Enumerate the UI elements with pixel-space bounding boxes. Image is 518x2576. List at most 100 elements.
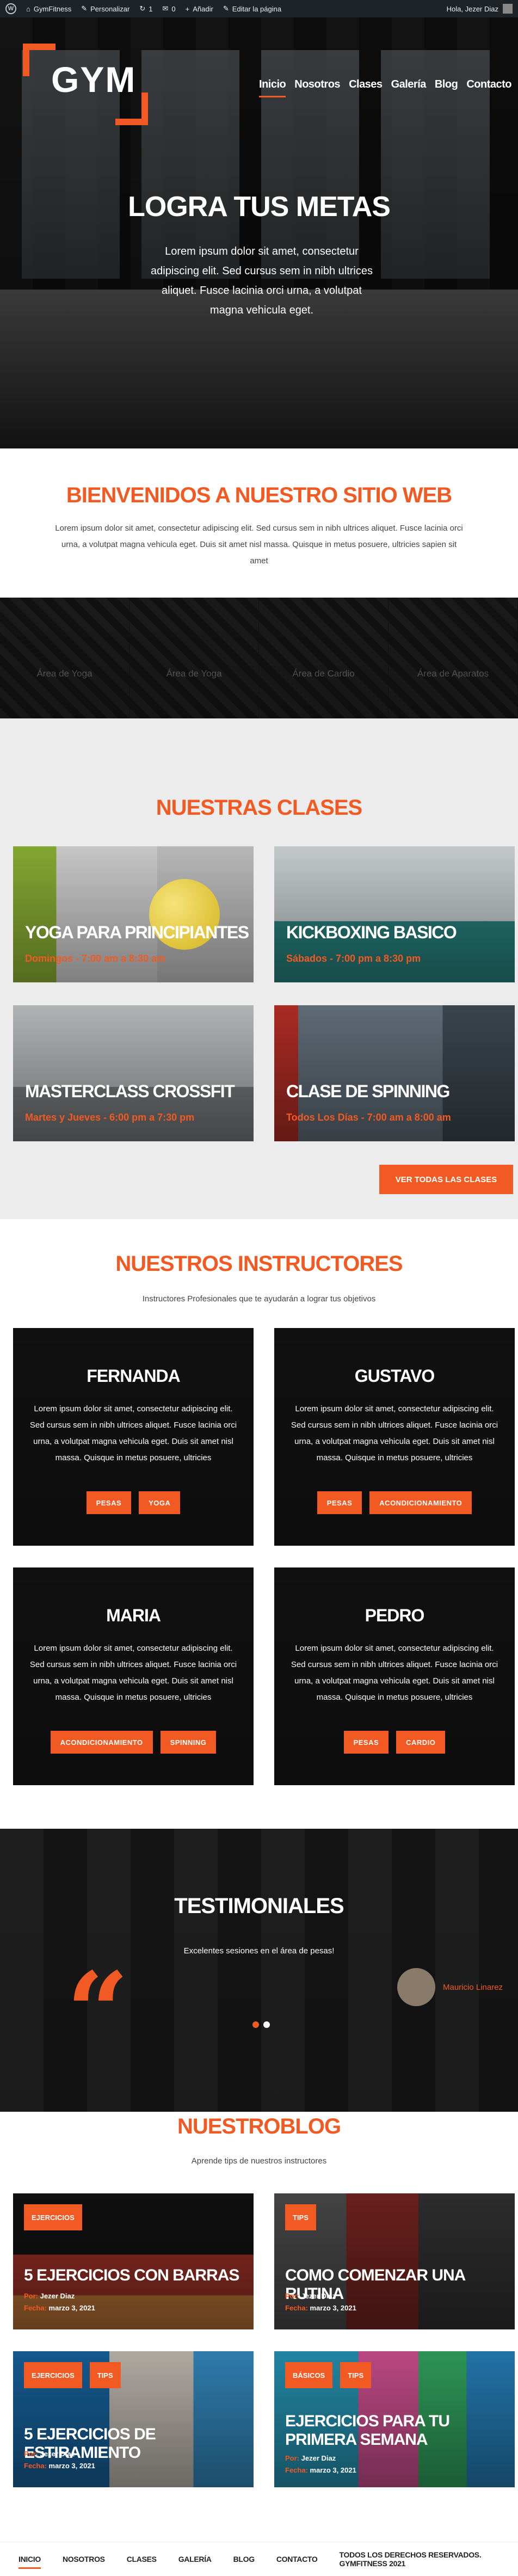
date-label: Fecha: [285,2466,308,2474]
instructors-subtitle: Instructores Profesionales que te ayudar… [142,1294,376,1304]
post-date: marzo 3, 2021 [48,2304,95,2312]
nav-inicio[interactable]: Inicio [259,78,286,97]
post-title: 5 EJERCICIOS CON BARRAS [24,2266,239,2284]
class-title: YOGA PARA PRINCIPIANTES [25,923,249,942]
nav-galeria[interactable]: Galería [391,78,427,91]
admin-customize-link[interactable]: ✎ Personalizar [81,4,130,13]
specialty-tag[interactable]: ACONDICIONAMIENTO [369,1491,472,1514]
post-date: marzo 3, 2021 [310,2304,356,2312]
nav-contacto[interactable]: Contacto [466,78,511,91]
blog-card[interactable]: TIPS COMO COMENZAR UNA RUTINA Por: Jezer… [274,2193,515,2329]
instructor-card: PEDRO Lorem ipsum dolor sit amet, consec… [274,1567,515,1785]
area-card[interactable]: Área de Yoga [130,598,259,718]
area-card[interactable]: Área de Yoga [0,598,130,718]
specialty-tag[interactable]: SPINNING [160,1731,217,1754]
blog-card[interactable]: BÁSICOS TIPS EJERCICIOS PARA TU PRIMERA S… [274,2351,515,2487]
footer-nav-clases[interactable]: CLASES [127,2555,157,2563]
class-title: KICKBOXING BASICO [286,923,457,942]
testimonials-section: TESTIMONIALES “ Excelentes sesiones en e… [0,1829,518,2112]
wordpress-logo-icon[interactable]: W [5,3,16,14]
class-card[interactable]: YOGA PARA PRINCIPIANTES Domingos - 7:00 … [13,846,254,982]
blog-card[interactable]: EJERCICIOS 5 EJERCICIOS CON BARRAS Por: … [13,2193,254,2329]
brush-icon: ✎ [81,4,88,13]
specialty-tag[interactable]: PESAS [86,1491,132,1514]
admin-comments-link[interactable]: ✉ 0 [163,4,176,13]
copyright: TODOS LOS DERECHOS RESERVADOS. GYMFITNES… [339,2550,482,2568]
post-meta: Por: Jezer Diaz Fecha: marzo 3, 2021 [285,2290,356,2314]
class-schedule: Martes y Jueves - 6:00 pm a 7:30 pm [25,1112,195,1123]
by-label: Por: [285,2454,299,2462]
testimonial-author: Mauricio Linarez [397,1968,503,2006]
area-label: Área de Yoga [36,668,92,679]
instructor-name: PEDRO [365,1606,425,1625]
nav-blog[interactable]: Blog [435,78,458,91]
category-tag[interactable]: TIPS [89,2362,121,2388]
footer-nav-inicio[interactable]: INICIO [18,2555,41,2569]
post-date: marzo 3, 2021 [48,2462,95,2470]
admin-bar: W ⌂ GymFitness ✎ Personalizar ↻ 1 ✉ 0 + Añadi… [0,0,518,17]
post-author: Jezer Diaz [40,2450,75,2458]
specialty-tag[interactable]: CARDIO [396,1731,446,1754]
avatar [397,1968,435,2006]
specialty-tag[interactable]: ACONDICIONAMIENTO [50,1731,153,1754]
updates-icon: ↻ [139,4,146,13]
admin-new-link[interactable]: + Añadir [186,5,213,13]
date-label: Fecha: [285,2304,308,2312]
category-tag[interactable]: TIPS [285,2204,316,2230]
category-tag[interactable]: TIPS [340,2362,372,2388]
blog-title: NUESTROBLOG [177,2114,341,2138]
blog-subtitle: Aprende tips de nuestros instructores [191,2156,327,2166]
instructor-bio: Lorem ipsum dolor sit amet, consectetur … [29,1644,237,1702]
testimonial-message: Excelentes sesiones en el área de pesas! [183,1946,335,1956]
class-card[interactable]: KICKBOXING BASICO Sábados - 7:00 pm a 8:… [274,846,515,982]
instructor-card: GUSTAVO Lorem ipsum dolor sit amet, cons… [274,1328,515,1546]
main-nav: Inicio Nosotros Clases Galería Blog Cont… [259,78,511,97]
testimonials-title: TESTIMONIALES [174,1894,344,1918]
slider-dot[interactable] [252,2021,259,2028]
category-tag[interactable]: EJERCICIOS [24,2362,82,2388]
hero-text: Lorem ipsum dolor sit amet, consectetur … [151,245,373,316]
nav-clases[interactable]: Clases [349,78,383,91]
quote-icon: “ [66,1948,130,2076]
site-logo[interactable]: GYM [23,44,148,125]
instructor-name: GUSTAVO [354,1366,435,1386]
view-all-classes-button[interactable]: VER TODAS LAS CLASES [379,1165,513,1194]
category-tag[interactable]: EJERCICIOS [24,2204,82,2230]
footer-nav-nosotros[interactable]: NOSOTROS [63,2555,105,2563]
plus-icon: + [185,4,190,13]
post-meta: Por: Jezer Diaz Fecha: marzo 3, 2021 [285,2452,356,2476]
instructor-bio: Lorem ipsum dolor sit amet, consectetur … [291,1644,498,1702]
footer-nav-contacto[interactable]: CONTACTO [276,2555,318,2563]
category-tag[interactable]: BÁSICOS [285,2362,333,2388]
welcome-title: BIENVENIDOS A NUESTRO SITIO WEB [66,483,452,507]
admin-updates-link[interactable]: ↻ 1 [139,4,152,13]
specialty-tag[interactable]: PESAS [317,1491,362,1514]
post-author: Jezer Diaz [301,2454,336,2462]
footer: INICIO NOSOTROS CLASES GALERÍA BLOG CONT… [0,2542,518,2576]
class-schedule: Domingos - 7:00 am a 8:30 am [25,953,166,964]
nav-nosotros[interactable]: Nosotros [294,78,340,91]
class-title: MASTERCLASS CROSSFIT [25,1081,235,1101]
by-label: Por: [24,2292,38,2300]
footer-nav-galeria[interactable]: GALERÍA [178,2555,212,2563]
class-card[interactable]: MASTERCLASS CROSSFIT Martes y Jueves - 6… [13,1005,254,1141]
admin-account-menu[interactable]: Hola, Jezer Diaz [447,4,513,14]
admin-edit-page-link[interactable]: ✎ Editar la página [223,4,281,13]
class-schedule: Sábados - 7:00 pm a 8:30 pm [286,953,421,964]
area-label: Área de Aparatos [417,668,489,679]
footer-nav-blog[interactable]: BLOG [233,2555,255,2563]
areas-gallery: Área de Yoga Área de Yoga Área de Cardio… [0,598,518,718]
instructor-bio: Lorem ipsum dolor sit amet, consectetur … [29,1404,237,1462]
admin-site-link[interactable]: ⌂ GymFitness [26,5,71,13]
date-label: Fecha: [24,2304,47,2312]
specialty-tag[interactable]: PESAS [343,1731,389,1754]
logo-corner-top [23,44,55,76]
area-card[interactable]: Área de Cardio [259,598,388,718]
instructor-name: FERNANDA [87,1366,181,1386]
slider-dot[interactable] [263,2021,270,2028]
specialty-tag[interactable]: YOGA [139,1491,181,1514]
area-card[interactable]: Área de Aparatos [388,598,518,718]
class-card[interactable]: CLASE DE SPINNING Todos Los Días - 7:00 … [274,1005,515,1141]
blog-card[interactable]: EJERCICIOS TIPS 5 EJERCICIOS DE ESTIRAMIE… [13,2351,254,2487]
by-label: Por: [24,2450,38,2458]
